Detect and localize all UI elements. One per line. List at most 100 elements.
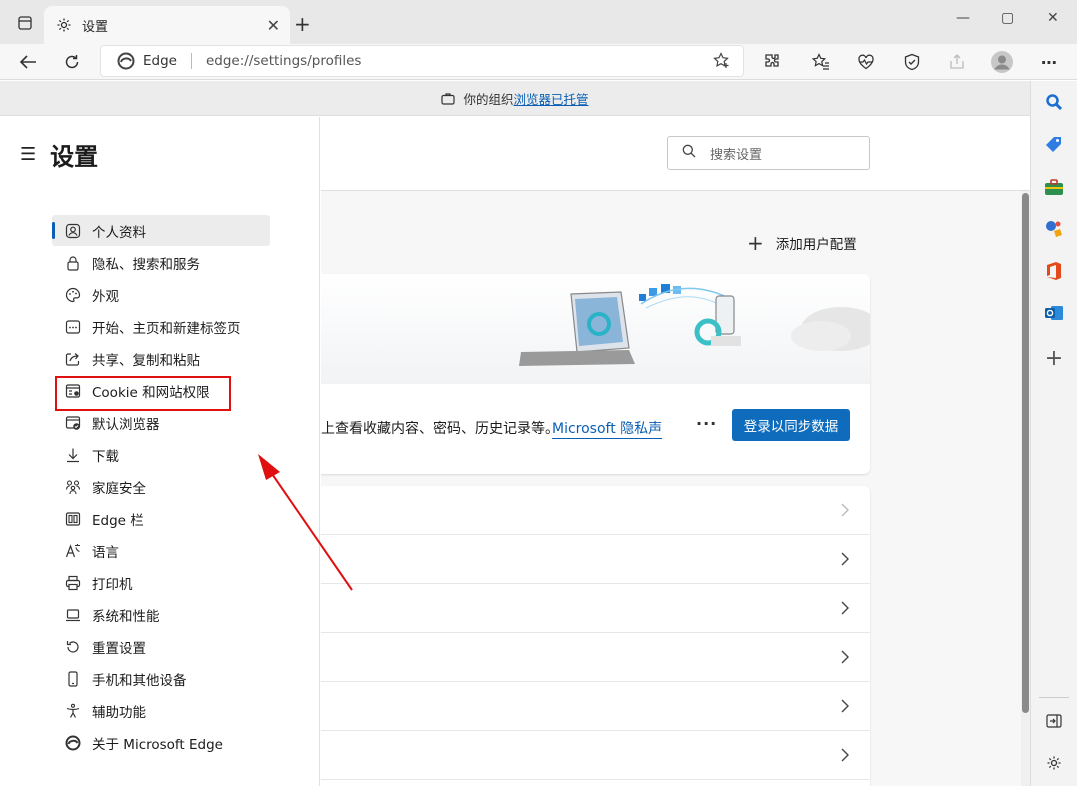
- list-item[interactable]: [321, 682, 870, 731]
- nav-item-default-browser[interactable]: 默认浏览器: [52, 407, 270, 438]
- games-icon[interactable]: [1043, 218, 1065, 240]
- reset-icon: [64, 638, 82, 656]
- list-item[interactable]: [321, 633, 870, 682]
- avatar[interactable]: [988, 48, 1016, 76]
- list-item[interactable]: [321, 731, 870, 780]
- main-content: 搜索设置 + 添加用户配置 上查看收藏内容、密码、历史记录等。 Microsof…: [321, 117, 1030, 786]
- office-icon[interactable]: [1043, 260, 1065, 282]
- hide-sidebar-icon[interactable]: [1043, 710, 1065, 732]
- nav-item-printers[interactable]: 打印机: [52, 567, 270, 598]
- nav-item-family[interactable]: 家庭安全: [52, 471, 270, 502]
- tab-settings[interactable]: 设置 ✕: [44, 6, 290, 44]
- nav-item-label: 关于 Microsoft Edge: [92, 736, 223, 753]
- gear-icon: [56, 17, 72, 33]
- nav-item-phone[interactable]: 手机和其他设备: [52, 663, 270, 694]
- list-item[interactable]: [321, 486, 870, 535]
- hamburger-menu-icon[interactable]: ☰: [20, 144, 36, 165]
- edgebar-icon: [64, 510, 82, 528]
- browser-icon: [64, 414, 82, 432]
- edge-logo-icon: [117, 52, 135, 70]
- nav-item-about[interactable]: 关于 Microsoft Edge: [52, 727, 270, 758]
- privacy-link[interactable]: Microsoft 隐私声: [552, 418, 663, 439]
- url-text[interactable]: edge://settings/profiles: [206, 53, 361, 69]
- more-menu-button[interactable]: ⋯: [1035, 48, 1063, 76]
- address-bar[interactable]: Edge edge://settings/profiles: [100, 45, 744, 77]
- language-icon: [64, 542, 82, 560]
- maximize-button[interactable]: ▢: [1001, 10, 1014, 26]
- tab-actions-icon[interactable]: [14, 12, 36, 34]
- tools-icon[interactable]: [1043, 176, 1065, 198]
- palette-icon: [64, 286, 82, 304]
- briefcase-icon: [441, 92, 456, 105]
- nav-item-downloads[interactable]: 下载: [52, 439, 270, 470]
- add-favorite-icon[interactable]: [713, 52, 731, 74]
- managed-link[interactable]: 浏览器已托管: [514, 89, 589, 108]
- search-placeholder: 搜索设置: [710, 147, 763, 163]
- tab-title: 设置: [82, 19, 109, 35]
- chevron-right-icon: [841, 650, 849, 664]
- search-icon[interactable]: [1043, 91, 1065, 113]
- nav-item-privacy[interactable]: 隐私、搜索和服务: [52, 247, 270, 278]
- nav-item-label: Edge 栏: [92, 512, 144, 529]
- nav-item-accessibility[interactable]: 辅助功能: [52, 695, 270, 726]
- add-profile-button[interactable]: + 添加用户配置: [747, 231, 857, 255]
- search-icon: [682, 144, 696, 162]
- nav-item-languages[interactable]: 语言: [52, 535, 270, 566]
- managed-info-bar: 你的组织 浏览器已托管: [0, 81, 1030, 116]
- main-header: 搜索设置: [321, 117, 1030, 191]
- divider: [1039, 697, 1069, 698]
- nav-item-start-home[interactable]: 开始、主页和新建标签页: [52, 311, 270, 342]
- shopping-icon[interactable]: [1043, 134, 1065, 156]
- nav-item-profiles[interactable]: 个人资料: [52, 215, 270, 246]
- nav-item-reset[interactable]: 重置设置: [52, 631, 270, 662]
- new-tab-button[interactable]: +: [294, 12, 311, 36]
- scrollbar[interactable]: [1021, 191, 1030, 786]
- nav-item-system[interactable]: 系统和性能: [52, 599, 270, 630]
- nav-item-label: 辅助功能: [92, 704, 146, 721]
- add-profile-label: 添加用户配置: [775, 237, 857, 253]
- nav-item-appearance[interactable]: 外观: [52, 279, 270, 310]
- search-input[interactable]: 搜索设置: [667, 136, 870, 170]
- nav-item-label: 打印机: [92, 576, 133, 593]
- phone-icon: [64, 670, 82, 688]
- accessibility-icon: [64, 702, 82, 720]
- page-title: 设置: [50, 143, 99, 171]
- list-item[interactable]: [321, 535, 870, 584]
- chevron-right-icon: [841, 699, 849, 713]
- favorites-icon[interactable]: [807, 48, 835, 76]
- nav-item-share[interactable]: 共享、复制和粘贴: [52, 343, 270, 374]
- share-icon: [64, 350, 82, 368]
- scrollbar-thumb[interactable]: [1022, 193, 1029, 713]
- close-tab-icon[interactable]: ✕: [267, 16, 280, 35]
- share-icon[interactable]: [943, 48, 971, 76]
- minimize-button[interactable]: —: [956, 10, 970, 26]
- profile-card: 上查看收藏内容、密码、历史记录等。 Microsoft 隐私声 ··· 登录以同…: [321, 274, 870, 474]
- nav-item-edge-bar[interactable]: Edge 栏: [52, 503, 270, 534]
- profile-icon: [64, 222, 82, 240]
- edge-sidebar: +: [1030, 81, 1077, 786]
- highlight-box: [55, 376, 231, 411]
- lock-icon: [64, 254, 82, 272]
- more-options-button[interactable]: ···: [696, 414, 717, 433]
- sign-in-sync-button[interactable]: 登录以同步数据: [732, 409, 850, 441]
- extensions-icon[interactable]: [758, 48, 786, 76]
- refresh-button[interactable]: [58, 48, 86, 76]
- sidebar-settings-icon[interactable]: [1043, 752, 1065, 774]
- plus-icon: +: [747, 231, 764, 255]
- nav-item-label: 语言: [92, 544, 119, 561]
- laptop-icon: [64, 606, 82, 624]
- nav-item-label: 共享、复制和粘贴: [92, 352, 200, 369]
- close-window-button[interactable]: ✕: [1047, 10, 1059, 26]
- nav-item-label: 外观: [92, 288, 119, 305]
- add-sidebar-app-icon[interactable]: +: [1043, 346, 1065, 371]
- family-icon: [64, 478, 82, 496]
- chevron-right-icon: [841, 601, 849, 615]
- annotation-arrow: [258, 454, 353, 591]
- health-icon[interactable]: [852, 48, 880, 76]
- profile-settings-list: [321, 486, 870, 786]
- list-item[interactable]: [321, 584, 870, 633]
- back-button[interactable]: [14, 48, 42, 76]
- browser-essentials-icon[interactable]: [898, 48, 926, 76]
- outlook-icon[interactable]: [1043, 302, 1065, 324]
- download-icon: [64, 446, 82, 464]
